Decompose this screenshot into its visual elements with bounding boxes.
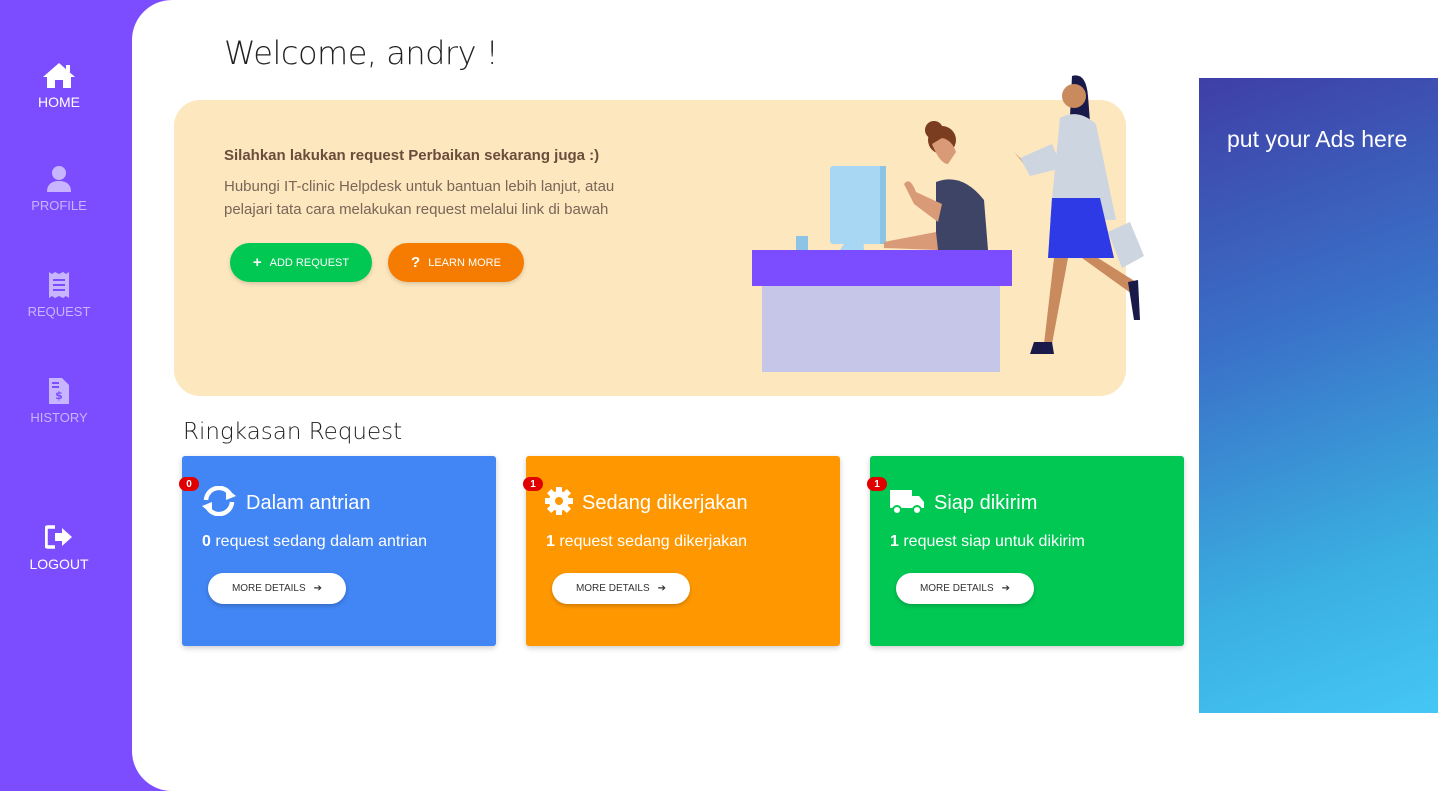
learn-more-label: LEARN MORE bbox=[428, 256, 501, 269]
count-badge: 1 bbox=[867, 477, 887, 491]
more-details-button[interactable]: MORE DETAILS ➔ bbox=[208, 573, 346, 604]
sidebar-item-request[interactable]: REQUEST bbox=[0, 270, 118, 319]
card-count: 0 bbox=[202, 533, 211, 550]
sidebar-item-label: HISTORY bbox=[30, 410, 88, 425]
card-title: Siap dikirim bbox=[934, 492, 1038, 514]
sidebar-item-label: PROFILE bbox=[31, 198, 87, 213]
card-title: Dalam antrian bbox=[246, 492, 371, 514]
add-request-button[interactable]: + ADD REQUEST bbox=[230, 243, 372, 282]
sidebar: HOME PROFILE REQUEST $ HISTORY LOGOUT bbox=[0, 0, 132, 791]
count-badge: 1 bbox=[523, 477, 543, 491]
page-title: Welcome, andry ! bbox=[224, 34, 499, 72]
count-badge: 0 bbox=[179, 477, 199, 491]
card-count: 1 bbox=[546, 533, 555, 550]
sidebar-item-profile[interactable]: PROFILE bbox=[0, 164, 118, 213]
arrow-right-icon: ➔ bbox=[313, 583, 323, 594]
more-details-label: MORE DETAILS bbox=[575, 583, 650, 594]
svg-text:$: $ bbox=[55, 389, 63, 402]
sidebar-item-label: REQUEST bbox=[27, 304, 91, 319]
ads-text: put your Ads here bbox=[1227, 126, 1408, 152]
sidebar-item-history[interactable]: $ HISTORY bbox=[0, 376, 118, 425]
sync-icon bbox=[200, 485, 238, 521]
user-icon bbox=[42, 164, 76, 194]
arrow-right-icon: ➔ bbox=[1001, 583, 1011, 594]
sidebar-item-label: LOGOUT bbox=[29, 556, 89, 572]
hero-title: Silahkan lakukan request Perbaikan sekar… bbox=[224, 147, 600, 164]
ready-to-ship-card: 1 Siap dikirim 1 request siap untuk diki… bbox=[867, 456, 1184, 646]
summary-title: Ringkasan Request bbox=[183, 419, 403, 445]
plus-icon: + bbox=[252, 254, 262, 271]
more-details-button[interactable]: MORE DETAILS ➔ bbox=[896, 573, 1034, 604]
more-details-button[interactable]: MORE DETAILS ➔ bbox=[552, 573, 690, 604]
queue-card: 0 Dalam antrian 0 request sedang dalam a… bbox=[179, 456, 496, 646]
card-text: request sedang dikerjakan bbox=[554, 533, 748, 550]
card-count: 1 bbox=[890, 533, 899, 550]
card-title: Sedang dikerjakan bbox=[582, 492, 748, 514]
more-details-label: MORE DETAILS bbox=[231, 583, 306, 594]
card-subtitle: 0 request sedang dalam antrian bbox=[202, 533, 427, 551]
helpdesk-illustration bbox=[752, 75, 1144, 372]
receipt-icon bbox=[42, 270, 76, 300]
sidebar-item-home[interactable]: HOME bbox=[0, 60, 118, 110]
card-subtitle: 1 request siap untuk dikirim bbox=[890, 533, 1085, 551]
sidebar-item-label: HOME bbox=[38, 94, 80, 110]
ads-panel[interactable]: put your Ads here bbox=[1199, 78, 1438, 713]
in-progress-card: 1 Sedang dikerjakan 1 request sedang dik… bbox=[523, 456, 840, 646]
card-text: request siap untuk dikirim bbox=[898, 533, 1085, 550]
sidebar-item-logout[interactable]: LOGOUT bbox=[0, 522, 118, 572]
learn-more-button[interactable]: ? LEARN MORE bbox=[388, 243, 524, 282]
card-text: request sedang dalam antrian bbox=[210, 533, 428, 550]
card-subtitle: 1 request sedang dikerjakan bbox=[546, 533, 747, 551]
more-details-label: MORE DETAILS bbox=[919, 583, 994, 594]
hero-description: Hubungi IT-clinic Helpdesk untuk bantuan… bbox=[224, 178, 615, 218]
sign-out-icon bbox=[42, 522, 76, 552]
question-icon: ? bbox=[411, 254, 421, 271]
arrow-right-icon: ➔ bbox=[657, 583, 667, 594]
invoice-dollar-icon: $ bbox=[42, 376, 76, 406]
gear-icon bbox=[544, 486, 574, 521]
home-icon bbox=[42, 60, 76, 90]
add-request-label: ADD REQUEST bbox=[269, 256, 350, 269]
truck-icon bbox=[888, 486, 926, 521]
